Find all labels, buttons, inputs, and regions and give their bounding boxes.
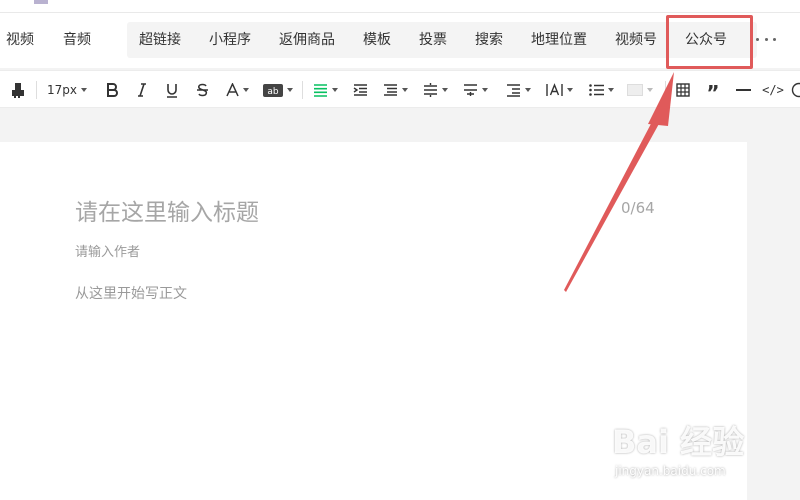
- align-icon[interactable]: [310, 71, 340, 109]
- toolbar-separator: [36, 81, 37, 99]
- format-painter-icon[interactable]: [8, 71, 28, 109]
- insert-audio-button[interactable]: 音频: [63, 22, 91, 58]
- insert-miniprogram-button[interactable]: 小程序: [209, 22, 251, 58]
- letter-spacing-icon[interactable]: [544, 71, 574, 109]
- watermark-logo: Bai 经验: [612, 423, 745, 461]
- chevron-down-icon: [81, 88, 87, 92]
- more-horizontal-icon[interactable]: [756, 29, 776, 49]
- font-size-value: 17px: [47, 83, 77, 97]
- insert-hyperlink-button[interactable]: 超链接: [139, 22, 181, 58]
- baidu-jingyan-watermark: Bai 经验 jingyan.baidu.com: [612, 417, 762, 487]
- chevron-down-icon: [287, 88, 293, 92]
- chevron-down-icon: [647, 88, 653, 92]
- insert-search-button[interactable]: 搜索: [475, 22, 503, 58]
- author-input[interactable]: 请输入作者: [75, 241, 140, 260]
- background-color-icon[interactable]: ab: [262, 71, 294, 109]
- indent-icon[interactable]: [350, 71, 370, 109]
- chevron-down-icon: [524, 88, 531, 92]
- window-edge-marker: [34, 0, 48, 4]
- bold-icon[interactable]: [102, 71, 122, 109]
- toolbar-separator: [302, 81, 303, 99]
- insert-video-button[interactable]: 视频: [6, 22, 34, 58]
- divider: [0, 12, 800, 13]
- table-icon[interactable]: [673, 71, 693, 109]
- highlight-box: [666, 15, 753, 69]
- code-icon[interactable]: </>: [762, 71, 784, 109]
- chevron-down-icon: [481, 88, 488, 92]
- toolbar-separator: [665, 81, 666, 99]
- strikethrough-icon[interactable]: [192, 71, 212, 109]
- insert-template-button[interactable]: 模板: [363, 22, 391, 58]
- list-icon[interactable]: [586, 71, 616, 109]
- chevron-down-icon: [441, 88, 448, 92]
- indent-options-icon[interactable]: [380, 71, 410, 109]
- background-icon[interactable]: [625, 71, 655, 109]
- watermark-url: jingyan.baidu.com: [615, 464, 726, 478]
- title-char-counter: 0/64: [621, 199, 655, 217]
- paragraph-spacing-icon[interactable]: [460, 71, 490, 109]
- chevron-down-icon: [607, 88, 614, 92]
- emoji-icon[interactable]: [790, 71, 800, 109]
- format-toolbar: 17px ab ” </>: [0, 70, 800, 108]
- line-height-icon[interactable]: [420, 71, 450, 109]
- font-size-select[interactable]: 17px: [42, 71, 92, 109]
- chevron-down-icon: [331, 88, 338, 92]
- svg-text:ab: ab: [267, 87, 279, 97]
- italic-icon[interactable]: [132, 71, 152, 109]
- font-color-icon[interactable]: [223, 71, 251, 109]
- insert-channels-button[interactable]: 视频号: [615, 22, 657, 58]
- underline-icon[interactable]: [162, 71, 182, 109]
- text-indent-icon[interactable]: [503, 71, 533, 109]
- chevron-down-icon: [566, 88, 573, 92]
- insert-vote-button[interactable]: 投票: [419, 22, 447, 58]
- body-input[interactable]: 从这里开始写正文: [75, 283, 187, 303]
- quote-icon[interactable]: ”: [703, 71, 723, 109]
- chevron-down-icon: [401, 88, 408, 92]
- insert-location-button[interactable]: 地理位置: [531, 22, 587, 58]
- divider-icon[interactable]: [733, 71, 753, 109]
- insert-rebate-product-button[interactable]: 返佣商品: [279, 22, 335, 58]
- chevron-down-icon: [242, 88, 249, 92]
- title-input[interactable]: 请在这里输入标题: [75, 193, 259, 227]
